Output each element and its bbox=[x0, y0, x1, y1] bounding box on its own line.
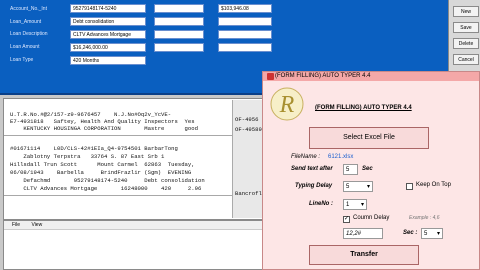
form-field[interactable]: 420 Months bbox=[70, 56, 146, 65]
sec-label: Sec : bbox=[403, 230, 418, 236]
form-field[interactable]: Debt consolidation bbox=[70, 17, 146, 26]
editor-menu-bar: File View bbox=[4, 221, 264, 230]
menu-view[interactable]: View bbox=[31, 222, 42, 228]
form-field[interactable]: CLTV Advances Mortgage bbox=[70, 30, 146, 39]
dialog-titlebar: (FORM FILLING) AUTO TYPER 4.4 bbox=[263, 72, 479, 81]
delete-button[interactable]: Delete bbox=[453, 38, 479, 49]
column-delay-input[interactable]: 12,2# bbox=[343, 228, 383, 239]
form-label: Loan Amount bbox=[10, 44, 40, 50]
form-field-right[interactable]: $103,946.08 bbox=[218, 4, 272, 13]
form-field-secondary[interactable] bbox=[154, 30, 204, 39]
keep-on-top-label: Keep On Top bbox=[416, 182, 451, 188]
doc-separator bbox=[4, 135, 267, 136]
doc-side-text: OF-4956 bbox=[235, 116, 259, 123]
doc-line: CLTV Advances Mortgage 16248000 420 2.96 bbox=[10, 185, 202, 192]
form-field-secondary[interactable] bbox=[154, 43, 204, 52]
send-text-sec-label: Sec bbox=[362, 166, 373, 172]
form-field-right[interactable] bbox=[218, 17, 272, 26]
form-label: Account_No._Int bbox=[10, 6, 47, 12]
form-field[interactable]: 95279148174-5240 bbox=[70, 4, 146, 13]
transfer-button[interactable]: Transfer bbox=[309, 245, 419, 265]
form-field-right[interactable] bbox=[218, 30, 272, 39]
doc-line: Defachmd 95279148174-5240 Debt consolida… bbox=[10, 177, 205, 184]
doc-line: #01671114 L0D/CLS-42#1EIa_Q4-9754501 Bar… bbox=[10, 145, 178, 152]
doc-line: U.T.R.No.#@2/157-z9-9676457 N.J.No#Oq2v_… bbox=[10, 111, 172, 118]
column-delay-label: Coumn Delay bbox=[353, 215, 390, 221]
select-excel-file-button[interactable]: Select Excel File bbox=[309, 127, 429, 149]
document-view[interactable]: U.T.R.No.#@2/157-z9-9676457 N.J.No#Oq2v_… bbox=[3, 98, 268, 220]
keep-on-top-checkbox[interactable] bbox=[406, 183, 413, 190]
auto-typer-dialog: (FORM FILLING) AUTO TYPER 4.4 R (FORM FI… bbox=[262, 71, 480, 270]
form-label: Loan_Amount bbox=[10, 19, 42, 25]
svg-text:R: R bbox=[279, 92, 295, 118]
form-field-right[interactable] bbox=[218, 43, 272, 52]
chevron-down-icon: ▾ bbox=[366, 184, 370, 190]
doc-side-text: OF-49589 bbox=[235, 126, 262, 133]
side-mini-panel: OF-4956 OF-49589 Bancrofl bbox=[232, 100, 266, 218]
lineno-label: LineNo : bbox=[309, 201, 333, 207]
dialog-title: (FORM FILLING) AUTO TYPER 4.4 bbox=[275, 73, 371, 79]
doc-line: Hillsdall Trun Scott Mount Carmel 62863 … bbox=[10, 161, 195, 168]
lineno-value: 1 bbox=[346, 202, 350, 208]
typing-delay-value: 5 bbox=[346, 184, 350, 190]
filename-value: 6121.xlsx bbox=[328, 154, 354, 160]
sec-select[interactable]: 5 ▾ bbox=[421, 228, 443, 239]
sec-value: 5 bbox=[424, 231, 428, 237]
send-text-input[interactable]: 5 bbox=[343, 164, 358, 175]
form-label: Loan Type bbox=[10, 57, 34, 63]
doc-line: KENTUCKY HOUSINGA CORPORATION Mastre goo… bbox=[10, 125, 198, 132]
form-field-secondary[interactable] bbox=[154, 17, 204, 26]
typing-delay-select[interactable]: 5 ▾ bbox=[343, 181, 373, 192]
send-text-label: Send text after bbox=[291, 166, 333, 172]
column-delay-checkbox[interactable]: ✓ bbox=[343, 216, 350, 223]
chevron-down-icon: ▾ bbox=[360, 202, 364, 208]
form-label: Loan Description bbox=[10, 31, 48, 37]
filename-label: FileName : bbox=[291, 154, 321, 160]
example-hint: Example : 4,6 bbox=[409, 215, 440, 221]
form-field-secondary[interactable] bbox=[154, 4, 204, 13]
form-field[interactable]: $16,246,000.00 bbox=[70, 43, 146, 52]
chevron-down-icon: ▾ bbox=[436, 231, 440, 237]
dialog-heading: (FORM FILLING) AUTO TYPER 4.4 bbox=[315, 105, 412, 111]
logo-icon: R bbox=[270, 87, 304, 121]
save-button[interactable]: Save bbox=[453, 22, 479, 33]
text-editor-window[interactable]: File View bbox=[3, 220, 265, 270]
doc-line: 06/08/1943 Barbella BrindFrazlir (Sgm) E… bbox=[10, 169, 192, 176]
doc-line: E7-4931818 Saftey, Health And Quality In… bbox=[10, 118, 195, 125]
menu-file[interactable]: File bbox=[12, 222, 20, 228]
typing-delay-label: Typing Delay bbox=[295, 183, 333, 189]
doc-side-text: Bancrofl bbox=[235, 190, 262, 197]
doc-separator bbox=[4, 195, 267, 196]
doc-line: Zablotny Terpstra 33764 S. 87 East Srb 1 bbox=[10, 153, 165, 160]
cancel-button[interactable]: Cancel bbox=[453, 54, 479, 65]
lineno-input[interactable]: 1 ▾ bbox=[343, 199, 367, 210]
app-icon bbox=[267, 73, 274, 80]
new-button[interactable]: New bbox=[453, 6, 479, 17]
